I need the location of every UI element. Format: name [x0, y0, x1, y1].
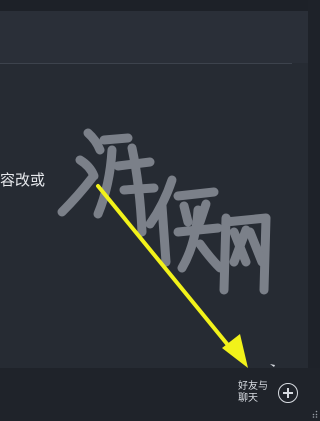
- main-content: [0, 64, 308, 368]
- plus-circle-icon: [278, 383, 298, 403]
- top-strip: [0, 0, 308, 11]
- resize-grip-icon[interactable]: [312, 410, 318, 418]
- header-area: [0, 11, 308, 63]
- app-window: 容改或 好友与聊天: [0, 0, 320, 421]
- friends-chat-button[interactable]: 好友与聊天: [238, 381, 298, 405]
- friends-chat-label: 好友与聊天: [238, 381, 268, 404]
- truncated-text: 容改或: [0, 171, 46, 189]
- scrollbar-track[interactable]: [308, 0, 320, 368]
